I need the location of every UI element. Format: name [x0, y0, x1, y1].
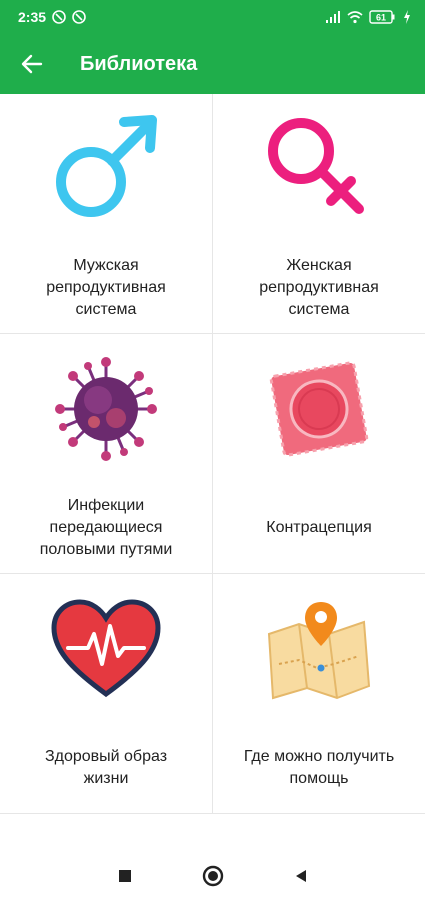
triangle-left-icon	[295, 870, 306, 882]
signal-icon	[325, 10, 341, 24]
notification-icon-2	[72, 10, 86, 24]
home-button[interactable]	[199, 862, 227, 890]
tile-where-to-get-help[interactable]: Где можно получить помощь	[213, 574, 425, 814]
status-left: 2:35	[18, 9, 86, 25]
tile-contraception[interactable]: Контрацепция	[213, 334, 425, 574]
battery-level: 61	[376, 13, 386, 23]
status-right: 61	[325, 10, 411, 24]
male-symbol-icon	[0, 94, 212, 243]
condom-icon	[213, 334, 425, 483]
page-title: Библиотека	[80, 52, 198, 75]
tile-label: Инфекции передающиеся половыми путями	[39, 497, 173, 559]
wifi-icon	[347, 10, 363, 24]
notification-icon	[52, 10, 66, 24]
tile-label: Контрацепция	[266, 519, 372, 537]
tile-label: Женская репродуктивная система	[259, 257, 379, 319]
virus-icon	[0, 334, 212, 483]
recents-button[interactable]	[111, 862, 139, 890]
heart-pulse-icon	[0, 574, 212, 723]
battery-icon: 61	[369, 10, 397, 24]
back-button[interactable]	[4, 34, 60, 94]
map-pin-icon	[213, 574, 425, 723]
tile-sti[interactable]: Инфекции передающиеся половыми путями	[0, 334, 213, 574]
arrow-left-icon	[21, 54, 43, 74]
tile-female-reproductive-system[interactable]: Женская репродуктивная система	[213, 94, 425, 334]
system-nav-bar	[0, 852, 425, 900]
tile-male-reproductive-system[interactable]: Мужская репродуктивная система	[0, 94, 213, 334]
female-symbol-icon	[213, 94, 425, 243]
tile-healthy-lifestyle[interactable]: Здоровый образ жизни	[0, 574, 213, 814]
charging-icon	[403, 10, 411, 24]
circle-icon	[202, 865, 223, 887]
library-grid: Мужская репродуктивная система Женская р…	[0, 94, 425, 814]
back-nav-button[interactable]	[287, 862, 315, 890]
status-bar: 2:35 61	[0, 0, 425, 34]
status-time: 2:35	[18, 9, 47, 25]
square-icon	[118, 870, 131, 882]
tile-label: Здоровый образ жизни	[44, 748, 168, 788]
tile-label: Мужская репродуктивная система	[46, 257, 166, 319]
app-bar: Библиотека	[0, 34, 425, 94]
tile-label: Где можно получить помощь	[243, 748, 395, 788]
